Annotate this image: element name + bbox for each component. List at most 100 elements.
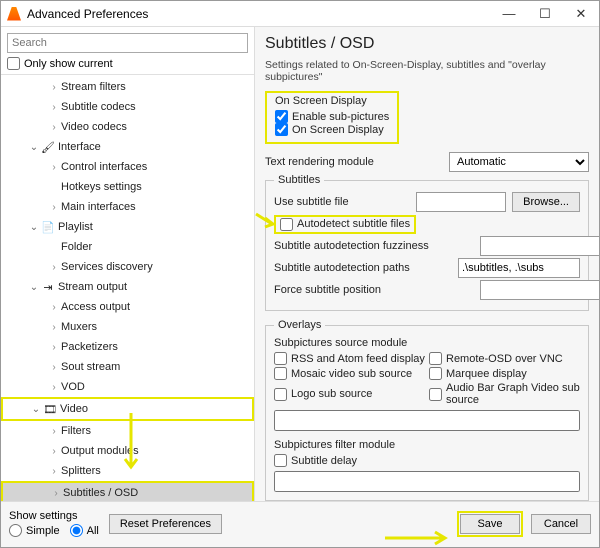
filter-module-input[interactable] [274, 471, 580, 492]
settings-panel: Subtitles / OSD Settings related to On-S… [255, 27, 599, 501]
fuzziness-label: Subtitle autodetection fuzziness [274, 240, 480, 252]
tree-item-interface[interactable]: ⌄🖌Interface [1, 137, 254, 157]
marquee-checkbox[interactable] [429, 367, 442, 380]
subtitle-file-input[interactable] [416, 192, 506, 212]
search-input[interactable] [7, 33, 248, 53]
rss-checkbox-row[interactable]: RSS and Atom feed display [274, 352, 425, 365]
stream-output-icon: ⇥ [41, 280, 55, 294]
simple-radio-row[interactable]: Simple [9, 524, 60, 537]
enable-subpictures[interactable]: Enable sub-pictures [275, 110, 389, 123]
reset-button[interactable]: Reset Preferences [109, 514, 222, 534]
on-screen-display-checkbox[interactable] [275, 123, 288, 136]
autodetect-checkbox[interactable] [280, 218, 293, 231]
only-show-current-checkbox[interactable] [7, 57, 20, 70]
all-radio[interactable] [70, 524, 83, 537]
tree-item-vod[interactable]: VOD [1, 377, 254, 397]
tree-item-playlist[interactable]: ⌄📄Playlist [1, 217, 254, 237]
tree-item-video[interactable]: ⌄🎞Video [3, 399, 252, 419]
remote-vnc-row[interactable]: Remote-OSD over VNC [429, 352, 580, 365]
maximize-button[interactable]: ☐ [527, 1, 563, 27]
highlight-osd-section: On Screen Display Enable sub-pictures On… [265, 91, 399, 144]
highlight-save: Save [457, 511, 523, 537]
prefs-window: Advanced Preferences — ☐ ✕ Only show cur… [0, 0, 600, 548]
tree-item-subtitle-codecs[interactable]: Subtitle codecs [1, 97, 254, 117]
paths-input[interactable] [458, 258, 580, 278]
tree-item-filters[interactable]: Filters [1, 421, 254, 441]
marquee-row[interactable]: Marquee display [429, 367, 580, 380]
tree-item-muxers[interactable]: Muxers [1, 317, 254, 337]
save-button[interactable]: Save [460, 514, 520, 534]
tree-item-packetizers[interactable]: Packetizers [1, 337, 254, 357]
force-position-label: Force subtitle position [274, 284, 480, 296]
titlebar: Advanced Preferences — ☐ ✕ [1, 1, 599, 27]
chevron-right-icon [47, 382, 61, 393]
chevron-right-icon [47, 122, 61, 133]
expand-icon: ⌄ [27, 282, 41, 293]
force-position-spinner[interactable]: ▲▼ [480, 280, 580, 300]
tree-item-output-modules[interactable]: Output modules [1, 441, 254, 461]
tree-item-sout-stream[interactable]: Sout stream [1, 357, 254, 377]
minimize-button[interactable]: — [491, 1, 527, 27]
audiobar-row[interactable]: Audio Bar Graph Video sub source [429, 382, 580, 406]
text-render-label: Text rendering module [265, 156, 449, 168]
browse-button[interactable]: Browse... [512, 192, 580, 212]
tree-item-control-interfaces[interactable]: Control interfaces [1, 157, 254, 177]
logo-row[interactable]: Logo sub source [274, 382, 425, 406]
tree-item-stream-filters[interactable]: Stream filters [1, 77, 254, 97]
simple-radio[interactable] [9, 524, 22, 537]
subtitles-legend: Subtitles [274, 174, 324, 186]
expand-icon: ⌄ [29, 404, 43, 415]
force-position-input[interactable] [480, 280, 599, 300]
autodetect-subtitle-files[interactable]: Autodetect subtitle files [280, 218, 410, 231]
tree-item-splitters[interactable]: Splitters [1, 461, 254, 481]
audiobar-checkbox[interactable] [429, 388, 442, 401]
highlight-video-group: ⌄🎞Video [1, 397, 254, 421]
text-render-select[interactable]: Automatic [449, 152, 589, 172]
mosaic-checkbox[interactable] [274, 367, 287, 380]
enable-subpictures-checkbox[interactable] [275, 110, 288, 123]
tree-item-folder[interactable]: Folder [1, 237, 254, 257]
show-settings-label: Show settings [9, 510, 99, 522]
all-radio-row[interactable]: All [70, 524, 99, 537]
tree-item-main-interfaces[interactable]: Main interfaces [1, 197, 254, 217]
subtitle-delay-row[interactable]: Subtitle delay [274, 454, 580, 467]
tree-item-access-output[interactable]: Access output [1, 297, 254, 317]
chevron-right-icon [47, 102, 61, 113]
only-show-current[interactable]: Only show current [7, 57, 248, 70]
subtitle-delay-checkbox[interactable] [274, 454, 287, 467]
tree-item-subtitles-osd[interactable]: Subtitles / OSD [3, 483, 252, 501]
chevron-right-icon [47, 342, 61, 353]
chevron-right-icon [47, 466, 61, 477]
close-button[interactable]: ✕ [563, 1, 599, 27]
source-module-input[interactable] [274, 410, 580, 431]
highlight-subtitles-osd: Subtitles / OSD [1, 481, 254, 501]
category-tree: Stream filters Subtitle codecs Video cod… [1, 74, 254, 501]
chevron-right-icon [47, 202, 61, 213]
overlays-group: Overlays Subpictures source module RSS a… [265, 319, 589, 501]
on-screen-display[interactable]: On Screen Display [275, 123, 389, 136]
logo-checkbox[interactable] [274, 388, 287, 401]
chevron-right-icon [47, 302, 61, 313]
tree-item-hotkeys[interactable]: Hotkeys settings [1, 177, 254, 197]
fuzziness-input[interactable] [480, 236, 599, 256]
tree-item-services-discovery[interactable]: Services discovery [1, 257, 254, 277]
paths-label: Subtitle autodetection paths [274, 262, 458, 274]
mosaic-row[interactable]: Mosaic video sub source [274, 367, 425, 380]
page-description: Settings related to On-Screen-Display, s… [265, 59, 589, 83]
tree-item-stream-output[interactable]: ⌄⇥Stream output [1, 277, 254, 297]
remote-vnc-checkbox[interactable] [429, 352, 442, 365]
page-title: Subtitles / OSD [265, 35, 589, 53]
use-subtitle-file-label: Use subtitle file [274, 196, 416, 208]
chevron-right-icon [47, 162, 61, 173]
rss-checkbox[interactable] [274, 352, 287, 365]
subtitles-group: Subtitles Use subtitle file Browse... Au… [265, 174, 589, 311]
sidebar: Only show current Stream filters Subtitl… [1, 27, 255, 501]
tree-item-video-codecs[interactable]: Video codecs [1, 117, 254, 137]
highlight-autodetect: Autodetect subtitle files [274, 215, 416, 234]
cancel-button[interactable]: Cancel [531, 514, 591, 534]
chevron-right-icon [47, 262, 61, 273]
filter-module-label: Subpictures filter module [274, 439, 580, 451]
fuzziness-spinner[interactable]: ▲▼ [480, 236, 580, 256]
annotation-arrow-icon [383, 528, 453, 548]
expand-icon: ⌄ [27, 222, 41, 233]
